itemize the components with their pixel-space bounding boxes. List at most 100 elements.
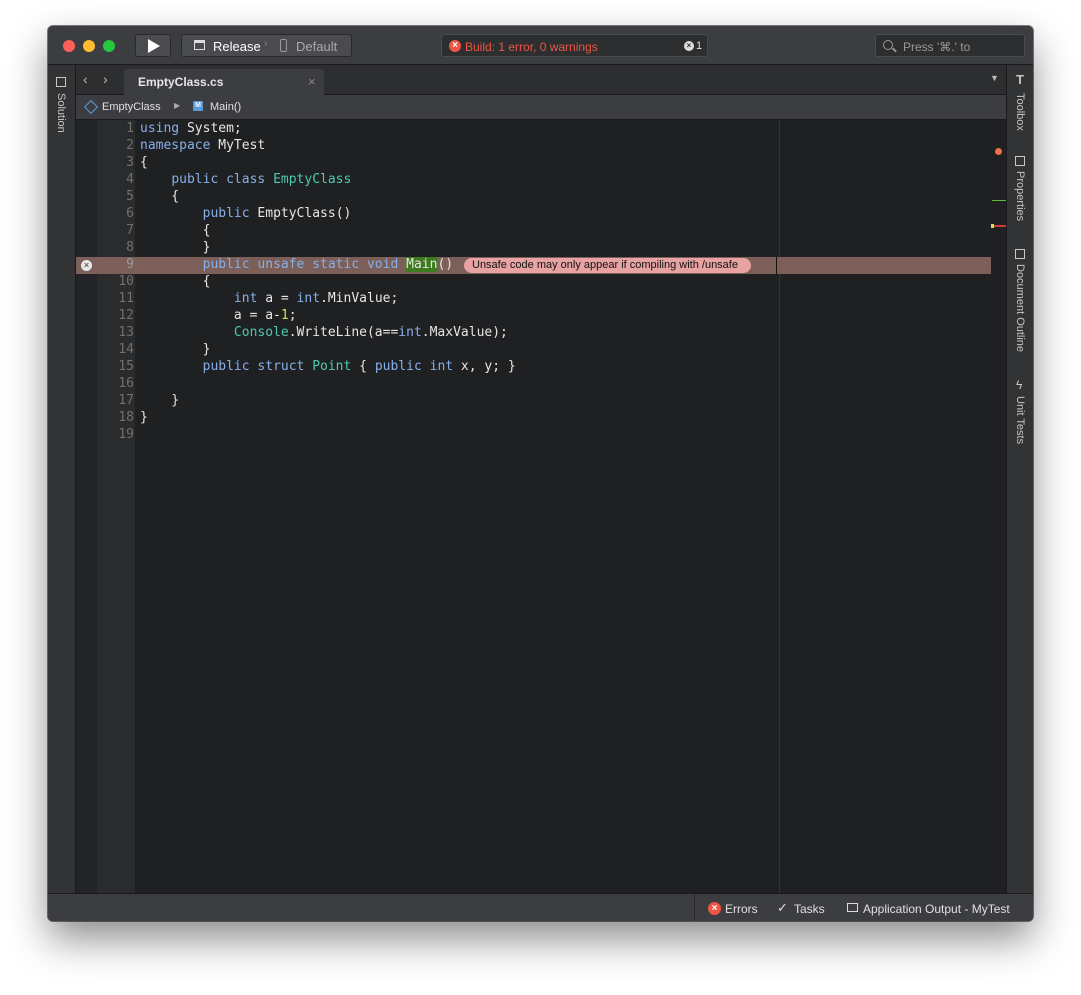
- toolbox-pad-tab[interactable]: Toolbox: [1014, 93, 1026, 131]
- tab-dropdown-icon[interactable]: ▼: [990, 73, 999, 83]
- application-output-button[interactable]: Application Output - MyTest: [863, 902, 1010, 916]
- line-number: 13: [118, 325, 134, 340]
- code-token: Point: [312, 359, 352, 374]
- breadcrumb-method[interactable]: Main(): [210, 101, 241, 113]
- line-number: 10: [118, 274, 134, 289]
- chevron-right-icon: ›: [264, 38, 268, 49]
- line-number: 15: [118, 359, 134, 374]
- overview-ruler-error-mark[interactable]: [992, 225, 1006, 227]
- line-number: 6: [126, 206, 134, 221]
- line-number: 3: [126, 155, 134, 170]
- code-token: int: [398, 325, 422, 340]
- line-number: 7: [126, 223, 134, 238]
- tab-emptyclass-cs[interactable]: EmptyClass.cs ×: [124, 69, 324, 95]
- code-token: int: [233, 291, 258, 306]
- code-line[interactable]: {: [140, 273, 211, 290]
- search-placeholder: Press '⌘.' to: [903, 40, 971, 54]
- back-icon[interactable]: ‹: [83, 71, 88, 87]
- search-icon: [883, 40, 893, 50]
- code-line[interactable]: using System;: [140, 120, 242, 137]
- overview-ruler-caret: [991, 224, 994, 228]
- window-icon: [194, 40, 205, 50]
- code-line[interactable]: Console.WriteLine(a==int.MaxValue);: [140, 324, 508, 341]
- line-number: 14: [118, 342, 134, 357]
- code-token: Console: [233, 325, 289, 340]
- errors-pad-button[interactable]: Errors: [725, 902, 758, 916]
- code-line[interactable]: public struct Point { public int x, y; }: [140, 358, 516, 375]
- error-count: 1: [696, 40, 703, 52]
- search-input[interactable]: Press '⌘.' to: [875, 34, 1025, 57]
- checkmark-icon: ✓: [777, 900, 788, 915]
- column-ruler: [779, 120, 780, 893]
- tasks-pad-button[interactable]: Tasks: [794, 902, 825, 916]
- code-token: int: [296, 291, 321, 306]
- code-token: {: [359, 359, 375, 374]
- code-token: 1: [280, 308, 289, 323]
- minimize-window-button[interactable]: [83, 40, 95, 52]
- error-count-icon: ×: [684, 41, 694, 51]
- terminal-icon: [847, 903, 858, 912]
- code-token: ;: [288, 308, 297, 323]
- properties-pad-tab[interactable]: Properties: [1014, 171, 1026, 221]
- play-icon: [148, 39, 160, 53]
- solution-pad-tab[interactable]: Solution: [55, 93, 67, 133]
- close-window-button[interactable]: [63, 40, 75, 52]
- code-line[interactable]: }: [140, 341, 211, 358]
- code-line[interactable]: namespace MyTest: [140, 137, 265, 154]
- code-line[interactable]: {: [140, 154, 148, 171]
- code-line[interactable]: }: [140, 409, 148, 426]
- document-outline-icon: [1015, 249, 1025, 259]
- lightning-icon: ϟ: [1016, 378, 1023, 392]
- code-line[interactable]: }: [140, 392, 179, 409]
- run-button[interactable]: [135, 34, 171, 57]
- close-icon[interactable]: ×: [308, 74, 316, 89]
- code-token: public: [202, 206, 250, 221]
- icon-margin[interactable]: [76, 120, 97, 893]
- code-token: using: [140, 121, 180, 136]
- document-tab-bar: ‹ › EmptyClass.cs × ▼: [76, 65, 1006, 95]
- build-status-bar[interactable]: × Build: 1 error, 0 warnings × 1: [441, 34, 708, 57]
- code-line[interactable]: }: [140, 239, 211, 256]
- line-number: 12: [118, 308, 134, 323]
- line-number: 17: [118, 393, 134, 408]
- document-outline-pad-tab[interactable]: Document Outline: [1014, 264, 1026, 352]
- code-line[interactable]: public class EmptyClass: [140, 171, 351, 188]
- code-token: public unsafe static void: [202, 257, 399, 272]
- code-line[interactable]: public unsafe static void Main(): [140, 256, 453, 273]
- code-line[interactable]: a = a-1;: [140, 307, 297, 324]
- overview-ruler-mark[interactable]: [992, 200, 1006, 201]
- code-token: .WriteLine(a==: [288, 325, 399, 340]
- error-marker-icon[interactable]: ×: [81, 260, 92, 271]
- code-token: .MinValue;: [320, 291, 399, 306]
- configuration-selector[interactable]: Release › Default: [181, 34, 352, 57]
- class-icon: [83, 99, 99, 115]
- code-line[interactable]: {: [140, 222, 211, 239]
- code-token: public class: [171, 172, 266, 187]
- zoom-window-button[interactable]: [103, 40, 115, 52]
- device-label: Default: [296, 39, 338, 54]
- divider: [694, 894, 695, 921]
- status-bar: × Errors ✓ Tasks Application Output - My…: [48, 893, 1033, 921]
- code-token: a =: [265, 291, 297, 306]
- code-line[interactable]: int a = int.MinValue;: [140, 290, 398, 307]
- line-number: 5: [126, 189, 134, 204]
- line-number: 4: [126, 172, 134, 187]
- code-token: x, y; }: [453, 359, 516, 374]
- line-number: 19: [118, 427, 134, 442]
- code-token: a = a-: [233, 308, 281, 323]
- code-line[interactable]: {: [140, 188, 179, 205]
- error-status-dot[interactable]: [995, 148, 1002, 155]
- configuration-label: Release: [213, 39, 261, 54]
- method-icon: M: [193, 101, 203, 111]
- error-bubble[interactable]: Unsafe code may only appear if compiling…: [464, 258, 751, 273]
- build-status-text: Build: 1 error, 0 warnings: [465, 40, 598, 54]
- device-icon: [280, 39, 287, 52]
- error-icon: ×: [449, 40, 461, 52]
- code-line[interactable]: public EmptyClass(): [140, 205, 352, 222]
- forward-icon[interactable]: ›: [103, 71, 108, 87]
- code-token: EmptyClass(): [257, 206, 352, 221]
- code-editor[interactable]: × 1 2 3 4 5 6 7 8 9 10 11 12 13 14 15 16 17 18 19 using Sy…: [76, 120, 1006, 893]
- code-token: MyTest: [218, 138, 266, 153]
- breadcrumb-class[interactable]: EmptyClass: [102, 101, 161, 113]
- unit-tests-pad-tab[interactable]: Unit Tests: [1014, 396, 1026, 444]
